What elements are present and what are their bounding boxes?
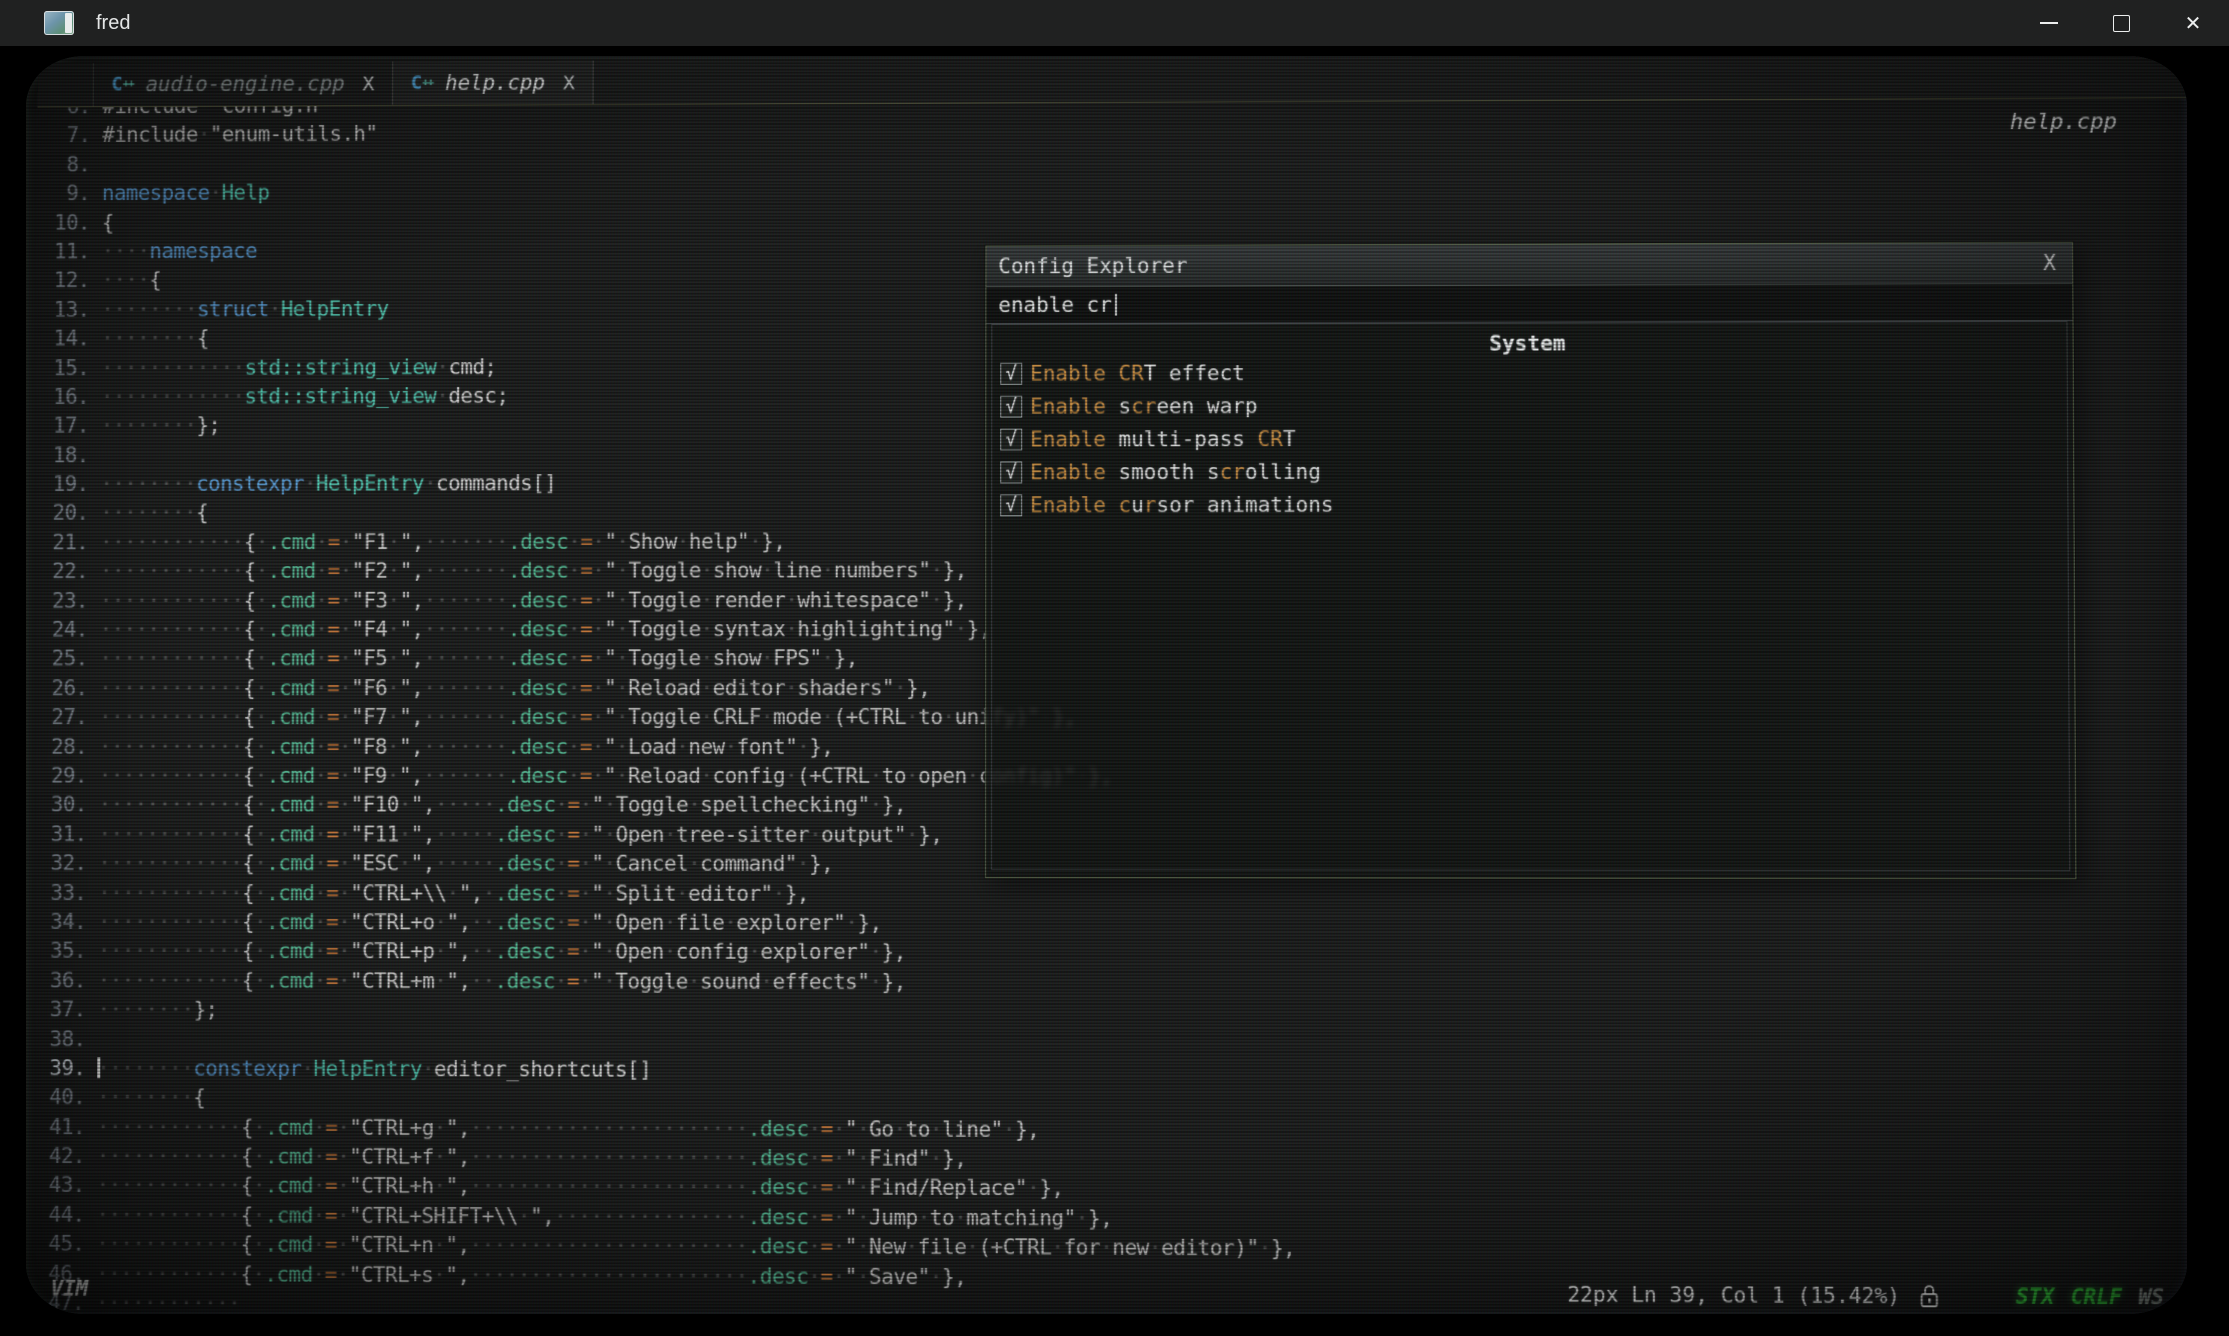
checkbox-checked-icon[interactable]: √ — [1000, 461, 1022, 483]
status-flag-WS[interactable]: WS — [2138, 1285, 2164, 1309]
config-option-label: Enable multi-pass CRT — [1030, 426, 1295, 450]
line-number: 19. — [43, 470, 88, 499]
window-titlebar: fred ✕ — [0, 0, 2229, 46]
vim-mode-indicator: VIM — [51, 1277, 89, 1301]
window-controls: ✕ — [2013, 0, 2229, 46]
code-line-34: 34.············{·.cmd·=·"CTRL+o·",··.des… — [33, 908, 2187, 941]
line-number: 38. — [40, 1025, 86, 1054]
line-number: 33. — [41, 879, 87, 908]
line-number: 44. — [39, 1201, 85, 1231]
maximize-button[interactable] — [2085, 0, 2157, 46]
line-number: 28. — [42, 733, 87, 762]
tab-label: help.cpp — [445, 71, 545, 95]
editor-surface: C++ audio-engine.cpp X C++ help.cpp X help.cp… — [31, 56, 2187, 1314]
config-option-label: Enable smooth scrolling — [1030, 459, 1321, 483]
line-number: 35. — [41, 937, 87, 966]
window-title: fred — [96, 12, 130, 35]
line-number: 12. — [44, 267, 89, 296]
line-number: 17. — [44, 412, 89, 441]
line-number: 42. — [39, 1142, 85, 1171]
line-number: 13. — [44, 296, 89, 325]
config-option-label: Enable CRT effect — [1030, 361, 1245, 385]
line-number: 22. — [43, 558, 88, 587]
tab-label: audio-engine.cpp — [146, 72, 345, 97]
filename-overlay: help.cpp — [2010, 109, 2117, 134]
config-option-label: Enable screen warp — [1030, 394, 1257, 418]
code-line-39: 39.········constexpr·HelpEntry·editor_sh… — [32, 1054, 2187, 1089]
line-number: 11. — [45, 238, 90, 267]
line-number: 30. — [41, 791, 87, 820]
checkbox-checked-icon[interactable]: √ — [1000, 428, 1022, 450]
line-number: 43. — [39, 1171, 85, 1200]
line-number: 14. — [44, 325, 89, 354]
line-number: 7. — [45, 122, 90, 151]
minimize-button[interactable] — [2013, 0, 2085, 46]
checkbox-checked-icon[interactable]: √ — [1000, 494, 1022, 516]
code-line-37: 37.········}; — [32, 996, 2187, 1030]
padlock-icon[interactable] — [1918, 1283, 1940, 1309]
line-number: 20. — [43, 499, 88, 528]
config-option-row[interactable]: √ Enable multi-pass CRT — [992, 420, 2067, 455]
line-number: 25. — [42, 645, 87, 674]
code-line-33: 33.············{·.cmd·=·"CTRL+\\·",·.des… — [33, 879, 2187, 911]
config-search-value: enable cr — [998, 293, 1111, 317]
line-number: 9. — [45, 180, 90, 209]
config-option-row[interactable]: √ Enable screen warp — [992, 387, 2067, 422]
minimize-icon — [2040, 22, 2058, 24]
config-option-row[interactable]: √ Enable cursor animations — [992, 487, 2067, 522]
close-button[interactable]: ✕ — [2157, 0, 2229, 46]
config-option-row[interactable]: √ Enable smooth scrolling — [992, 454, 2067, 489]
status-flag-STX[interactable]: STX — [2016, 1284, 2055, 1308]
config-section-header: System — [992, 322, 2066, 357]
checkbox-checked-icon[interactable]: √ — [1000, 362, 1022, 384]
line-number: 40. — [40, 1083, 86, 1112]
tab-help.cpp[interactable]: C++ help.cpp X — [393, 61, 594, 105]
line-number: 16. — [44, 383, 89, 412]
popup-close-button[interactable]: X — [2043, 251, 2056, 275]
popup-titlebar: Config Explorer X — [986, 243, 2072, 287]
line-number: 45. — [39, 1230, 85, 1260]
maximize-icon — [2113, 15, 2130, 32]
line-number: 23. — [43, 587, 88, 616]
cpp-file-icon: C++ — [111, 74, 133, 96]
line-number: 8. — [45, 151, 90, 180]
code-line-35: 35.············{·.cmd·=·"CTRL+p·",··.des… — [33, 937, 2187, 970]
line-number: 29. — [42, 762, 88, 791]
config-search-input[interactable]: enable cr — [986, 284, 2072, 324]
cursor-position-status: 22px Ln 39, Col 1 (15.42%) — [1567, 1283, 1900, 1309]
line-number: 41. — [40, 1113, 86, 1142]
config-list: System √ Enable CRT effect √ Enable screen … — [991, 321, 2070, 871]
line-number: 39. — [40, 1054, 86, 1083]
line-number: 27. — [42, 703, 87, 732]
line-number: 31. — [41, 820, 87, 849]
line-number: 21. — [43, 528, 88, 557]
search-caret — [1115, 294, 1117, 316]
app-icon — [44, 11, 74, 35]
close-icon: ✕ — [2185, 11, 2202, 35]
line-number: 32. — [41, 849, 87, 878]
crt-display: C++ audio-engine.cpp X C++ help.cpp X help.cp… — [26, 56, 2187, 1314]
config-option-label: Enable cursor animations — [1030, 492, 1333, 516]
line-number: 37. — [40, 996, 86, 1025]
screen: C++ audio-engine.cpp X C++ help.cpp X help.cp… — [0, 46, 2229, 1336]
line-number: 24. — [42, 616, 87, 645]
config-explorer-popup: Config Explorer X enable cr System √ Enab… — [985, 242, 2076, 879]
cpp-file-icon: C++ — [411, 72, 433, 94]
line-number: 10. — [45, 209, 90, 238]
tab-close-icon[interactable]: X — [362, 71, 374, 95]
checkbox-checked-icon[interactable]: √ — [1000, 395, 1022, 417]
line-number: 34. — [41, 908, 87, 937]
tab-audio-engine.cpp[interactable]: C++ audio-engine.cpp X — [93, 62, 394, 107]
popup-title: Config Explorer — [998, 254, 1187, 278]
tab-close-icon[interactable]: X — [563, 71, 575, 95]
code-line-36: 36.············{·.cmd·=·"CTRL+m·",··.des… — [33, 966, 2187, 999]
status-bar: VIM 22px Ln 39, Col 1 (15.42%) STX CRLF WS — [31, 1270, 2187, 1314]
config-option-row[interactable]: √ Enable CRT effect — [992, 354, 2066, 390]
line-number: 36. — [40, 966, 86, 995]
line-number: 15. — [44, 354, 89, 383]
line-number: 26. — [42, 674, 87, 703]
status-flag-CRLF[interactable]: CRLF — [2071, 1285, 2123, 1310]
line-number: 18. — [43, 441, 88, 470]
